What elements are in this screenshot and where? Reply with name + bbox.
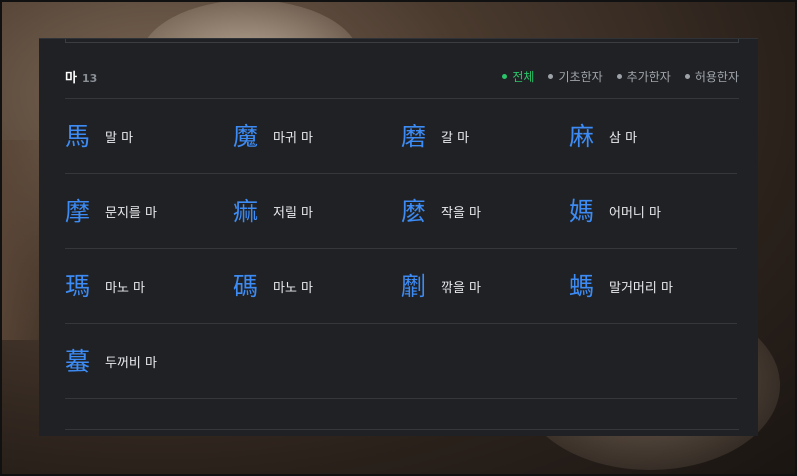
hanja-item[interactable]: 螞 말거머리 마 [569, 249, 737, 323]
bottom-divider [65, 429, 739, 430]
hanja-character: 麻 [569, 121, 595, 151]
filter-label: 전체 [512, 69, 535, 84]
hanja-meaning: 말거머리 마 [609, 280, 673, 296]
hanja-item[interactable]: 碼 마노 마 [233, 249, 401, 323]
hanja-item[interactable]: 蟇 두꺼비 마 [65, 324, 233, 398]
hanja-character: 碼 [233, 271, 259, 301]
hanja-character: 瑪 [65, 271, 91, 301]
bullet-icon [548, 73, 554, 79]
hanja-character: 麽 [401, 196, 427, 226]
section-title: 마 13 [65, 67, 97, 86]
hanja-character: 馬 [65, 121, 91, 151]
hanja-character: 劘 [401, 271, 427, 301]
hanja-meaning: 마노 마 [273, 280, 314, 296]
hanja-list-panel: 마 13 전체 기초한자 추가한자 허용한자 馬 말 마 魔 마귀 마 磨 갈 … [39, 38, 758, 436]
filter-basic[interactable]: 기초한자 [548, 68, 603, 85]
hanja-meaning: 삼 마 [609, 130, 638, 146]
hanja-meaning: 두꺼비 마 [105, 355, 157, 371]
hanja-meaning: 마노 마 [105, 280, 146, 296]
hanja-character: 螞 [569, 271, 595, 301]
hanja-item[interactable]: 魔 마귀 마 [233, 99, 401, 173]
hanja-grid: 馬 말 마 魔 마귀 마 磨 갈 마 麻 삼 마 摩 문지를 마 痲 저릴 마 … [65, 99, 737, 399]
list-header: 마 13 전체 기초한자 추가한자 허용한자 [65, 61, 739, 91]
hanja-item[interactable]: 麽 작을 마 [401, 174, 569, 248]
filter-allowed[interactable]: 허용한자 [684, 68, 739, 85]
hanja-character: 蟇 [65, 346, 91, 376]
filter-all[interactable]: 전체 [502, 68, 534, 85]
filter-tabs: 전체 기초한자 추가한자 허용한자 [502, 68, 739, 85]
hanja-item[interactable]: 馬 말 마 [65, 99, 233, 173]
hanja-meaning: 저릴 마 [273, 205, 314, 221]
top-divider [65, 39, 739, 43]
hanja-item[interactable]: 磨 갈 마 [401, 99, 569, 173]
hanja-item[interactable]: 摩 문지를 마 [65, 174, 233, 248]
hanja-character: 媽 [569, 196, 595, 226]
hanja-item[interactable]: 瑪 마노 마 [65, 249, 233, 323]
hanja-item[interactable]: 痲 저릴 마 [233, 174, 401, 248]
sound-title: 마 [65, 70, 77, 86]
hanja-meaning: 어머니 마 [609, 205, 661, 221]
hanja-item[interactable]: 媽 어머니 마 [569, 174, 737, 248]
hanja-meaning: 갈 마 [441, 130, 470, 146]
filter-label: 기초한자 [558, 69, 603, 84]
result-count: 13 [81, 71, 98, 85]
grid-row: 摩 문지를 마 痲 저릴 마 麽 작을 마 媽 어머니 마 [65, 174, 737, 249]
hanja-character: 摩 [65, 196, 91, 226]
hanja-character: 魔 [233, 121, 259, 151]
bullet-icon [684, 73, 690, 79]
hanja-meaning: 문지를 마 [105, 205, 157, 221]
bullet-icon [502, 73, 508, 79]
bullet-icon [616, 73, 622, 79]
hanja-character: 磨 [401, 121, 427, 151]
filter-label: 추가한자 [626, 69, 671, 84]
hanja-character: 痲 [233, 196, 259, 226]
hanja-meaning: 마귀 마 [273, 130, 314, 146]
filter-additional[interactable]: 추가한자 [616, 68, 671, 85]
hanja-meaning: 말 마 [105, 130, 134, 146]
grid-row: 瑪 마노 마 碼 마노 마 劘 깎을 마 螞 말거머리 마 [65, 249, 737, 324]
grid-row: 蟇 두꺼비 마 [65, 324, 737, 399]
hanja-item[interactable]: 劘 깎을 마 [401, 249, 569, 323]
hanja-meaning: 깎을 마 [441, 280, 482, 296]
filter-label: 허용한자 [694, 69, 739, 84]
grid-row: 馬 말 마 魔 마귀 마 磨 갈 마 麻 삼 마 [65, 99, 737, 174]
hanja-item[interactable]: 麻 삼 마 [569, 99, 737, 173]
hanja-meaning: 작을 마 [441, 205, 482, 221]
